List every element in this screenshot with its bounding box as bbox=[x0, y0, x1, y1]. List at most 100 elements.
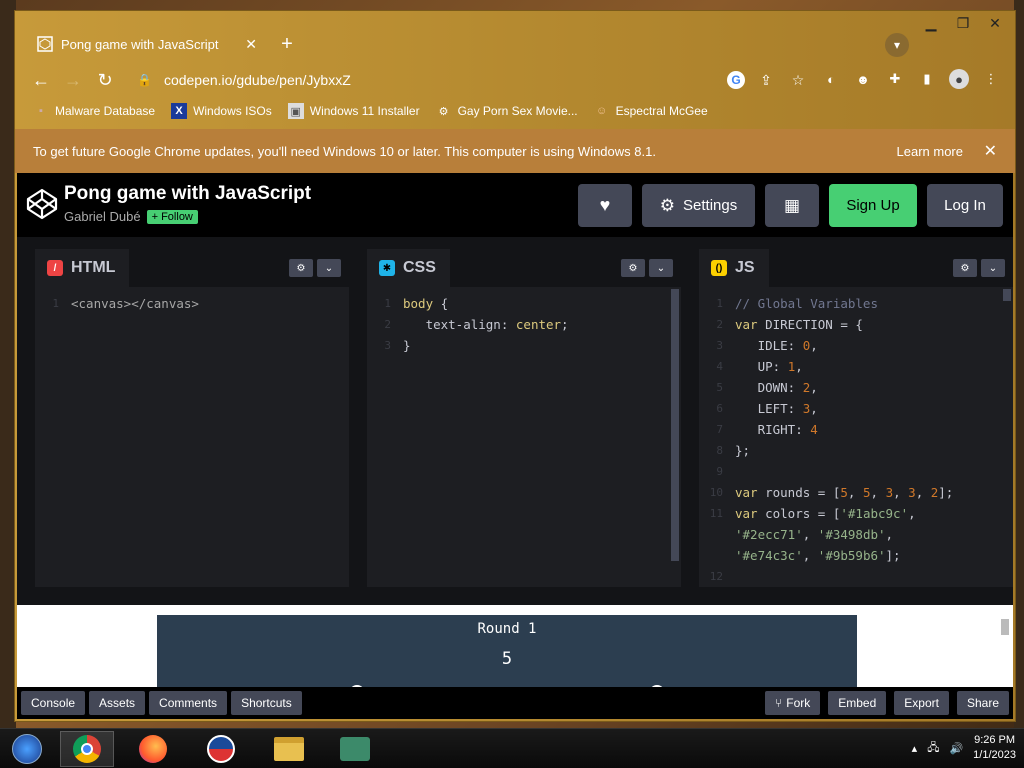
chrome-menu-icon[interactable]: ⋮ bbox=[981, 69, 1001, 89]
console-button[interactable]: Console bbox=[21, 691, 86, 715]
avatar-icon: ☺ bbox=[596, 105, 608, 117]
css-pane-header: ✱ CSS ⚙ ⌄ bbox=[367, 249, 681, 287]
js-code[interactable]: 1// Global Variables 2 var DIRECTION = { … bbox=[699, 289, 1013, 605]
assets-button[interactable]: Assets bbox=[89, 691, 146, 715]
comments-button[interactable]: Comments bbox=[149, 691, 228, 715]
close-window-button[interactable]: ✕ bbox=[979, 13, 1011, 33]
share-icon[interactable]: ⇪ bbox=[755, 69, 777, 91]
system-tray: ▴ 🖧 🔊 9:26 PM 1/1/2023 bbox=[912, 733, 1016, 763]
reload-button[interactable]: ↻ bbox=[89, 64, 121, 96]
result-preview: Round 1 5 bbox=[17, 605, 1013, 701]
round-score: 5 bbox=[501, 649, 513, 669]
browser-tab[interactable]: Pong game with JavaScript ✕ bbox=[25, 27, 269, 61]
tab-close-icon[interactable]: ✕ bbox=[245, 36, 257, 53]
taskbar-firefox[interactable] bbox=[126, 731, 180, 767]
volume-icon[interactable]: 🔊 bbox=[949, 742, 963, 755]
windows-taskbar: ▴ 🖧 🔊 9:26 PM 1/1/2023 bbox=[0, 728, 1024, 768]
footer-actions: ⑂ Fork Embed Export Share bbox=[761, 691, 1009, 715]
follow-button[interactable]: + Follow bbox=[146, 209, 198, 224]
share-button[interactable]: Share bbox=[956, 691, 1009, 715]
css-settings-gear-icon[interactable]: ⚙ bbox=[621, 259, 645, 277]
image-icon: ▣ bbox=[287, 103, 304, 119]
css-collapse-chevron-icon[interactable]: ⌄ bbox=[649, 259, 673, 277]
taskbar-chrome[interactable] bbox=[60, 731, 114, 767]
js-scrollbar[interactable] bbox=[1003, 289, 1011, 301]
export-button[interactable]: Export bbox=[894, 691, 949, 715]
html-tab[interactable]: / HTML bbox=[35, 249, 130, 287]
gear-icon: ⚙ bbox=[659, 195, 676, 215]
learn-more-link[interactable]: Learn more bbox=[897, 144, 963, 159]
codepen-logo-icon[interactable] bbox=[25, 187, 59, 221]
html-collapse-chevron-icon[interactable]: ⌄ bbox=[317, 259, 341, 277]
settings-button[interactable]: ⚙ Settings bbox=[642, 184, 755, 227]
tab-search-button[interactable]: ▾ bbox=[885, 33, 909, 57]
layout-grid-icon: ▦ bbox=[783, 195, 801, 215]
side-panel-icon[interactable]: ▮ bbox=[917, 69, 937, 89]
js-pane-header: () JS ⚙ ⌄ bbox=[699, 249, 1013, 287]
css-star-icon: ✱ bbox=[379, 260, 395, 276]
css-code[interactable]: 1 body { 2 text-align: center; 3} bbox=[367, 289, 681, 587]
start-button[interactable] bbox=[0, 731, 54, 767]
html-editor-pane: / HTML ⚙ ⌄ 1 <canvas></canvas> bbox=[35, 249, 349, 587]
round-label: Round 1 bbox=[477, 621, 537, 637]
js-settings-gear-icon[interactable]: ⚙ bbox=[953, 259, 977, 277]
html-pane-header: / HTML ⚙ ⌄ bbox=[35, 249, 349, 287]
address-bar[interactable]: 🔒 codepen.io/gdube/pen/JybxxZ G ⇪ ☆ bbox=[123, 65, 823, 95]
shortcuts-button[interactable]: Shortcuts bbox=[231, 691, 302, 715]
site-icon: ⚙ bbox=[438, 105, 449, 118]
result-resizer[interactable] bbox=[17, 589, 1013, 605]
fork-button[interactable]: ⑂ Fork bbox=[765, 691, 821, 715]
bookmark-star-icon[interactable]: ☆ bbox=[787, 69, 809, 91]
taskbar-app-logo[interactable] bbox=[194, 731, 248, 767]
firefox-icon bbox=[139, 735, 167, 763]
result-scrollbar[interactable] bbox=[999, 605, 1011, 685]
round-logo-icon bbox=[207, 735, 235, 763]
taskbar-network-app[interactable] bbox=[328, 731, 382, 767]
back-button[interactable]: ← bbox=[25, 64, 57, 96]
forward-button[interactable]: → bbox=[57, 64, 89, 96]
js-collapse-chevron-icon[interactable]: ⌄ bbox=[981, 259, 1005, 277]
new-tab-button[interactable]: + bbox=[275, 33, 299, 56]
clock[interactable]: 9:26 PM 1/1/2023 bbox=[973, 733, 1016, 763]
extension-avatar-icon[interactable]: ☻ bbox=[853, 69, 873, 89]
result-scroll-thumb[interactable] bbox=[1001, 619, 1009, 635]
chrome-window: Pong game with JavaScript ✕ + ▾ ▁ ❐ ✕ ← … bbox=[14, 10, 1016, 722]
codepen-favicon-icon bbox=[37, 36, 53, 52]
pen-author: Gabriel Dubé + Follow bbox=[64, 209, 198, 224]
profile-avatar-icon[interactable]: ● bbox=[949, 69, 969, 89]
bookmark-item[interactable]: ⚙ Gay Porn Sex Movie... bbox=[436, 103, 578, 119]
minimize-button[interactable]: ▁ bbox=[915, 13, 947, 33]
html-settings-gear-icon[interactable]: ⚙ bbox=[289, 259, 313, 277]
omnibox-actions: G ⇪ ☆ bbox=[727, 69, 809, 91]
embed-button[interactable]: Embed bbox=[828, 691, 887, 715]
clock-time: 9:26 PM bbox=[974, 734, 1016, 746]
html-code[interactable]: 1 <canvas></canvas> bbox=[35, 289, 349, 587]
google-translate-icon[interactable]: G bbox=[727, 71, 745, 89]
bookmark-item[interactable]: X Windows ISOs bbox=[171, 103, 272, 119]
layout-button[interactable]: ▦ bbox=[765, 184, 819, 227]
bookmark-item[interactable]: ▣ Windows 11 Installer bbox=[287, 103, 420, 119]
codepen-page: Pong game with JavaScript Gabriel Dubé +… bbox=[17, 173, 1013, 719]
tray-expand-icon[interactable]: ▴ bbox=[912, 742, 918, 755]
bookmark-item[interactable]: ▪ Malware Database bbox=[33, 103, 155, 119]
bookmark-item[interactable]: ☺ Espectral McGee bbox=[594, 103, 708, 119]
folder-icon bbox=[274, 737, 304, 761]
author-name[interactable]: Gabriel Dubé bbox=[64, 209, 141, 224]
restore-button[interactable]: ❐ bbox=[947, 13, 979, 33]
codepen-header: Pong game with JavaScript Gabriel Dubé +… bbox=[17, 173, 1013, 237]
css-scrollbar[interactable] bbox=[671, 289, 679, 561]
fork-icon: ⑂ bbox=[775, 696, 783, 710]
network-icon[interactable]: 🖧 bbox=[927, 739, 939, 758]
infobar-close-icon[interactable]: ✕ bbox=[984, 141, 997, 161]
taskbar-file-explorer[interactable] bbox=[262, 731, 316, 767]
lock-icon: 🔒 bbox=[137, 73, 152, 87]
pong-canvas[interactable]: Round 1 5 bbox=[157, 615, 857, 701]
log-in-button[interactable]: Log In bbox=[927, 184, 1003, 227]
love-button[interactable]: ♥ bbox=[578, 184, 632, 227]
html-pane-controls: ⚙ ⌄ bbox=[289, 259, 341, 277]
extension-flag-icon[interactable]: ◐ bbox=[821, 69, 841, 89]
extensions-puzzle-icon[interactable]: ✚ bbox=[885, 69, 905, 89]
css-tab[interactable]: ✱ CSS bbox=[367, 249, 450, 287]
js-tab[interactable]: () JS bbox=[699, 249, 769, 287]
sign-up-button[interactable]: Sign Up bbox=[829, 184, 917, 227]
